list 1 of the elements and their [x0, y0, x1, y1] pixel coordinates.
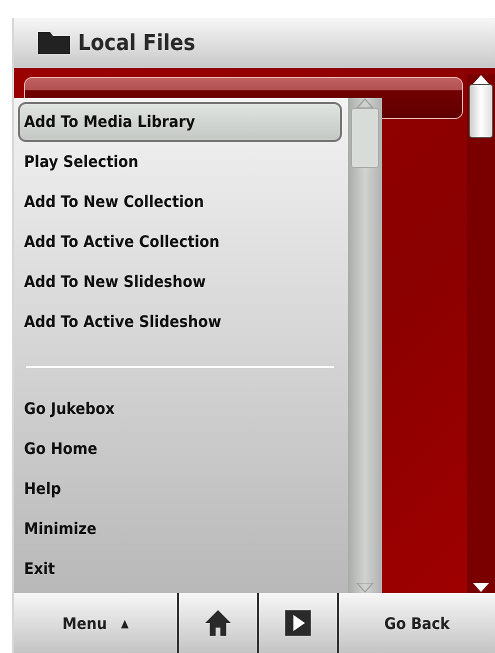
header-title: Local Files: [78, 30, 196, 56]
